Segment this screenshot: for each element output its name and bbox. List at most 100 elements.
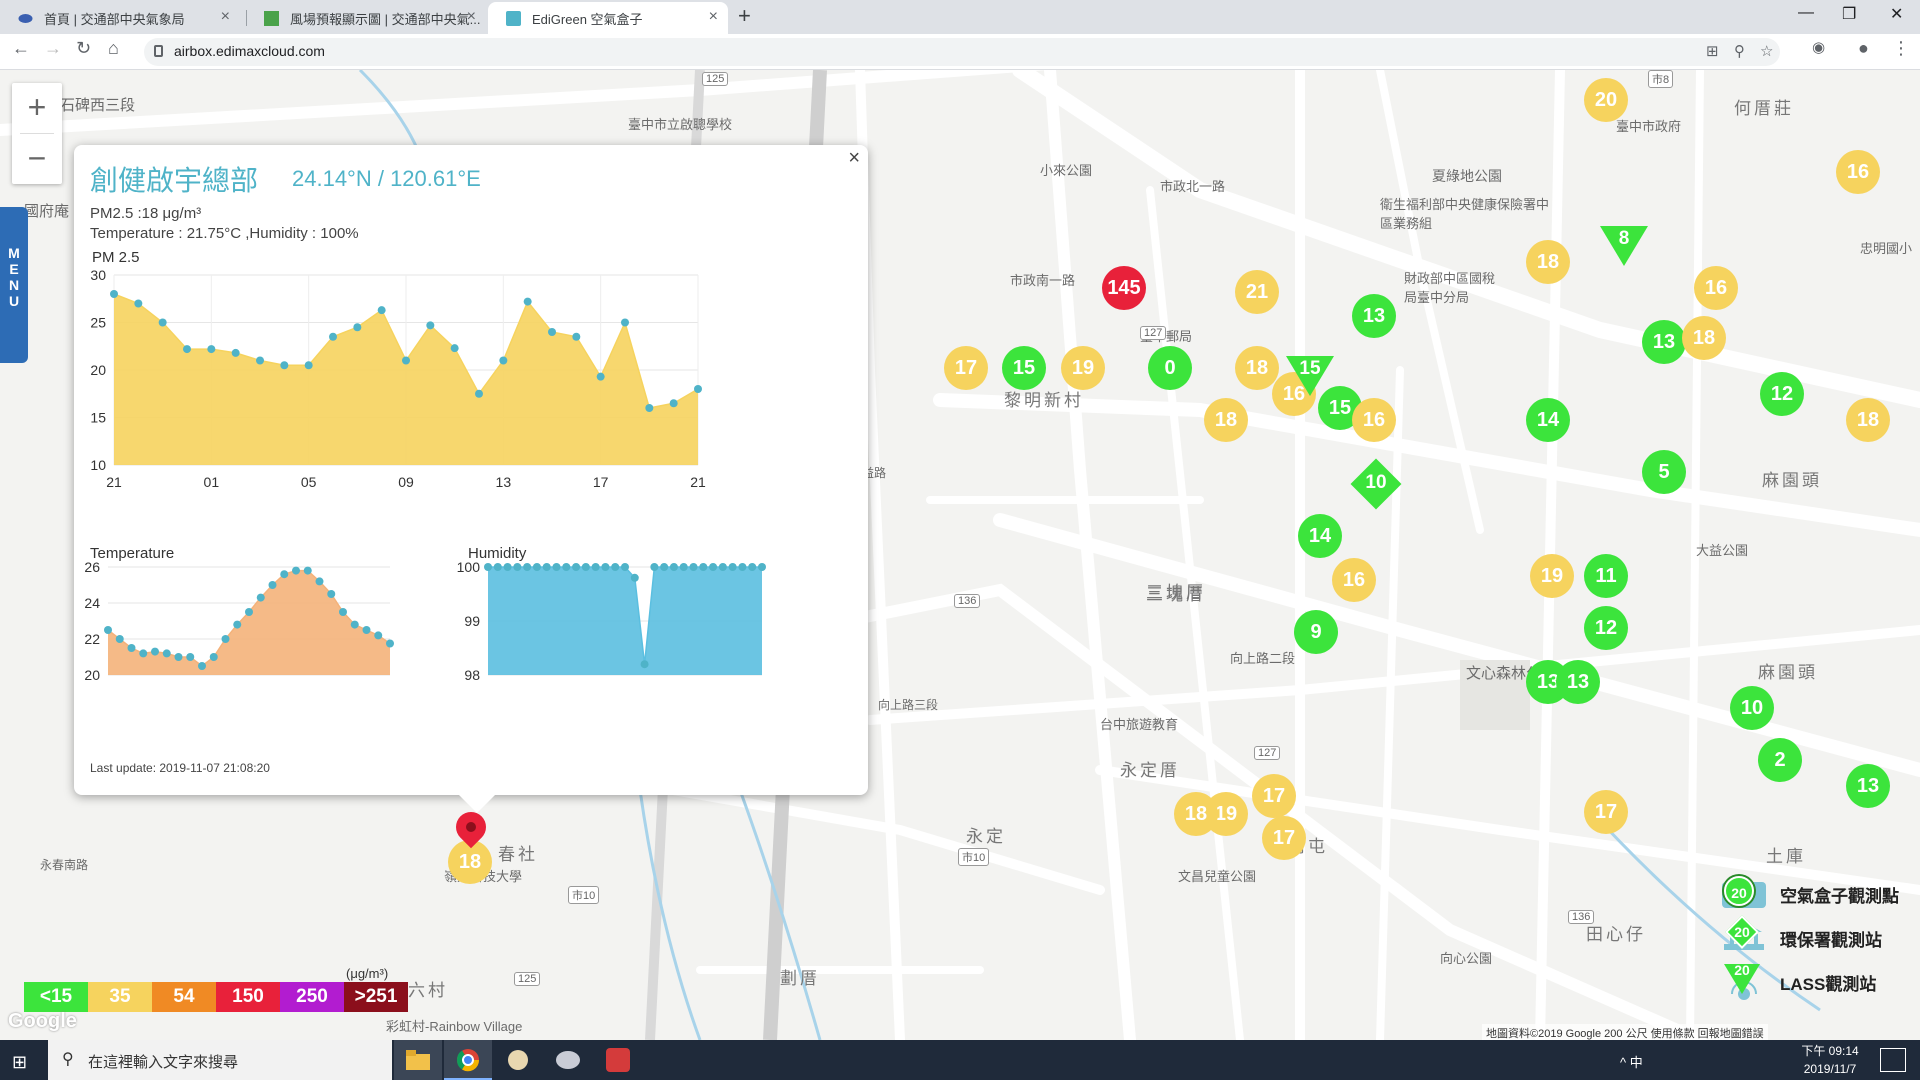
airbox-station-marker[interactable]: 13 <box>1556 660 1600 704</box>
app-icon[interactable] <box>494 1040 542 1080</box>
windows-taskbar: ⊞ ⚲ 在這裡輸入文字來搜尋 ^ 中 下午 09:14 2019/11/7 <box>0 1040 1920 1080</box>
data-point <box>548 328 556 336</box>
airbox-station-marker[interactable]: 18 <box>1235 346 1279 390</box>
restore-window-icon[interactable]: ❐ <box>1842 4 1856 24</box>
airbox-station-marker[interactable]: 17 <box>1262 816 1306 860</box>
url-text[interactable]: airbox.edimaxcloud.com <box>174 43 325 59</box>
account-icon[interactable]: ● <box>1858 38 1869 59</box>
close-popup-icon[interactable]: × <box>848 147 860 170</box>
map-label: 麻園頭 <box>1758 663 1818 682</box>
back-arrow-icon[interactable]: ← <box>12 38 30 59</box>
airbox-station-marker[interactable]: 16 <box>1836 150 1880 194</box>
airbox-station-marker[interactable]: 5 <box>1642 450 1686 494</box>
map-label: 土庫 <box>1766 847 1806 866</box>
zoom-out-button[interactable]: − <box>12 134 62 184</box>
airbox-station-marker[interactable]: 18 <box>1526 240 1570 284</box>
airbox-station-marker[interactable]: 21 <box>1235 270 1279 314</box>
data-point <box>231 348 240 357</box>
forward-arrow-icon[interactable]: → <box>44 38 62 59</box>
airbox-station-marker[interactable]: 18 <box>1204 398 1248 442</box>
bookmark-star-icon[interactable]: ☆ <box>1760 42 1773 60</box>
chrome-icon[interactable] <box>444 1040 492 1080</box>
translate-icon[interactable]: ⊞ <box>1706 42 1719 60</box>
map-attribution[interactable]: 地圖資料©2019 Google 200 公尺 使用條款 回報地圖錯誤 <box>1482 1024 1768 1040</box>
airbox-station-marker[interactable]: 19 <box>1530 554 1574 598</box>
app-icon[interactable] <box>594 1040 642 1080</box>
pm25-unit-label: (μg/m³) <box>346 966 389 981</box>
new-tab-button[interactable]: + <box>738 3 751 29</box>
airbox-station-marker[interactable]: 13 <box>1352 294 1396 338</box>
tab-title: 風場預報顯示圖 | 交通部中央氣... <box>290 11 481 27</box>
airbox-station-marker[interactable]: 17 <box>944 346 988 390</box>
browser-tab-3[interactable]: EdiGreen 空氣盒子 × <box>488 2 728 34</box>
airbox-station-marker[interactable]: 14 <box>1298 514 1342 558</box>
airbox-station-marker[interactable]: 16 <box>1332 558 1376 602</box>
airbox-station-marker[interactable]: 19 <box>1061 346 1105 390</box>
airbox-station-marker[interactable]: 18 <box>1846 398 1890 442</box>
lass-station-value: 8 <box>1618 228 1630 249</box>
airbox-station-marker[interactable]: 18 <box>1174 792 1218 836</box>
y-tick-label: 10 <box>90 457 106 473</box>
airbox-station-marker[interactable]: 12 <box>1760 372 1804 416</box>
airbox-station-marker[interactable]: 0 <box>1148 346 1192 390</box>
close-tab-icon[interactable]: × <box>467 8 476 26</box>
zoom-icon[interactable]: ⚲ <box>1734 42 1745 60</box>
airbox-station-marker[interactable]: 15 <box>1002 346 1046 390</box>
data-point <box>198 662 206 670</box>
route-shield: 125 <box>514 972 541 986</box>
airbox-station-marker[interactable]: 2 <box>1758 738 1802 782</box>
airbox-station-marker[interactable]: 20 <box>1584 78 1628 122</box>
minimize-window-icon[interactable]: — <box>1798 4 1814 22</box>
close-tab-icon[interactable]: × <box>221 8 230 26</box>
airbox-station-marker[interactable]: 16 <box>1694 266 1738 310</box>
map-label: 永定 <box>966 827 1006 846</box>
lass-station-value: 15 <box>1299 358 1321 379</box>
extension-icon[interactable]: ◉ <box>1812 38 1825 56</box>
x-tick-label: 01 <box>204 474 220 490</box>
airbox-station-marker[interactable]: 10 <box>1730 686 1774 730</box>
airbox-station-marker[interactable]: 11 <box>1584 554 1628 598</box>
reload-icon[interactable]: ↻ <box>76 38 91 59</box>
home-icon[interactable]: ⌂ <box>108 38 119 59</box>
epa-legend-label: 環保署觀測站 <box>1780 931 1882 950</box>
browser-tab-2[interactable]: 風場預報顯示圖 | 交通部中央氣... × <box>246 2 486 34</box>
lock-icon <box>154 45 163 57</box>
system-tray[interactable]: ^ 中 <box>1620 1052 1643 1071</box>
y-tick-label: 25 <box>90 315 106 331</box>
app-icon[interactable] <box>544 1040 592 1080</box>
data-point <box>748 563 757 571</box>
map-label: 何厝莊 <box>1734 99 1794 118</box>
airbox-station-marker[interactable]: 13 <box>1846 764 1890 808</box>
taskbar-clock[interactable]: 下午 09:14 2019/11/7 <box>1790 1042 1870 1078</box>
close-tab-icon[interactable]: × <box>709 8 718 26</box>
close-window-icon[interactable]: ✕ <box>1890 4 1903 24</box>
airbox-station-marker[interactable]: 16 <box>1352 398 1396 442</box>
file-explorer-icon[interactable] <box>394 1040 442 1080</box>
browser-tab-bar: 首頁 | 交通部中央氣象局 × 風場預報顯示圖 | 交通部中央氣... × Ed… <box>0 0 1920 34</box>
data-point <box>669 399 678 408</box>
popup-station-name: 創健啟宇總部 <box>90 165 259 196</box>
data-point <box>350 620 359 629</box>
data-point <box>127 644 136 652</box>
windows-start-icon[interactable]: ⊞ <box>12 1052 27 1073</box>
menu-button[interactable]: MENU <box>0 207 28 363</box>
data-point <box>728 563 737 571</box>
airbox-station-marker[interactable]: 12 <box>1584 606 1628 650</box>
address-bar[interactable]: airbox.edimaxcloud.com ⊞ ⚲ ☆ <box>144 38 1780 66</box>
notification-icon[interactable] <box>1880 1048 1906 1072</box>
map-canvas[interactable]: 石碑西三段 國府庵 臺中市立啟聰學校 小來公園 市政北一路 夏綠地公園 衛生福利… <box>0 70 1920 1040</box>
data-point <box>402 356 410 365</box>
more-menu-icon[interactable]: ⋮ <box>1892 38 1910 59</box>
airbox-station-marker[interactable]: 145 <box>1102 266 1146 310</box>
legend-swatch: 150 <box>216 982 280 1012</box>
airbox-station-marker[interactable]: 17 <box>1584 790 1628 834</box>
taskbar-search-box[interactable]: ⚲ 在這裡輸入文字來搜尋 <box>48 1040 392 1080</box>
browser-tab-1[interactable]: 首頁 | 交通部中央氣象局 × <box>0 2 240 34</box>
airbox-station-marker[interactable]: 14 <box>1526 398 1570 442</box>
airbox-station-marker[interactable]: 9 <box>1294 610 1338 654</box>
airbox-station-marker[interactable]: 18 <box>1682 316 1726 360</box>
airbox-station-marker[interactable]: 13 <box>1642 320 1686 364</box>
zoom-in-button[interactable]: + <box>12 83 62 133</box>
airbox-station-marker[interactable]: 17 <box>1252 774 1296 818</box>
data-point <box>679 563 688 571</box>
